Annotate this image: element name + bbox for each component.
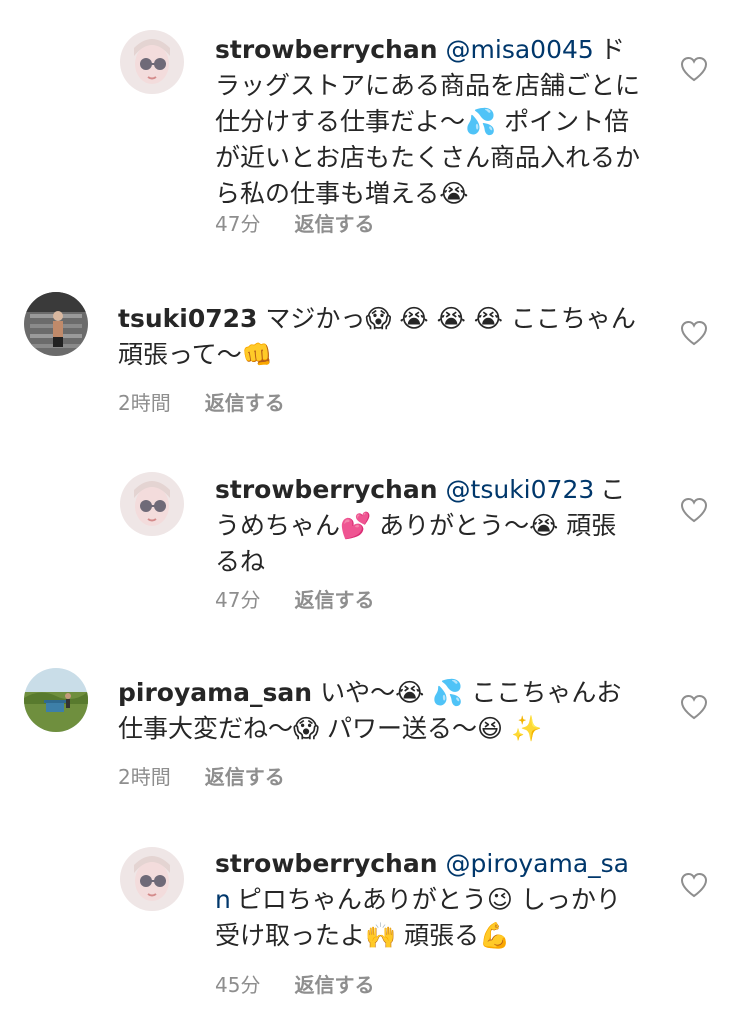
comment-text: strowberrychan @piroyama_san ピロちゃんありがとう😉 し… [215, 846, 640, 954]
reply-button[interactable]: 返信する [294, 212, 374, 236]
avatar-tsuki0723[interactable] [24, 292, 88, 356]
comment-meta: 47分 返信する [215, 588, 374, 612]
comment-mention[interactable]: @tsuki0723 [446, 475, 595, 504]
comment-meta: 47分 返信する [215, 212, 374, 236]
comment-meta: 2時間 返信する [118, 391, 285, 415]
comment-text: tsuki0723 マジかっ😱 😭 😭 😭 ここちゃん頑張って〜👊 [118, 301, 638, 373]
comment-mention[interactable]: @misa0045 [446, 35, 594, 64]
heart-outline-icon[interactable] [680, 56, 708, 82]
comment-username[interactable]: tsuki0723 [118, 304, 257, 333]
avatar-strowberrychan[interactable] [120, 30, 184, 94]
comment-body: ピロちゃんありがとう😉 しっかり受け取ったよ🙌 頑張る💪 [215, 885, 621, 950]
heart-outline-icon[interactable] [680, 320, 708, 346]
comment-text: strowberrychan @tsuki0723 こうめちゃん💕 ありがとう〜😭 … [215, 472, 640, 580]
heart-outline-icon[interactable] [680, 872, 708, 898]
comment-timestamp: 47分 [215, 588, 261, 612]
comment-text: piroyama_san いや〜😭 💦 ここちゃんお仕事大変だね〜😱 パワー送る〜… [118, 675, 638, 747]
comment-timestamp: 47分 [215, 212, 261, 236]
comment-timestamp: 2時間 [118, 765, 171, 789]
comment-username[interactable]: strowberrychan [215, 849, 438, 878]
comment-username[interactable]: strowberrychan [215, 35, 438, 64]
comment-meta: 2時間 返信する [118, 765, 285, 789]
comment-timestamp: 2時間 [118, 391, 171, 415]
comment-username[interactable]: strowberrychan [215, 475, 438, 504]
comment-text: strowberrychan @misa0045 ドラッグストアにある商品を店舗ごと… [215, 32, 640, 212]
avatar-strowberrychan[interactable] [120, 847, 184, 911]
reply-button[interactable]: 返信する [205, 765, 285, 789]
comment-timestamp: 45分 [215, 973, 261, 997]
reply-button[interactable]: 返信する [205, 391, 285, 415]
comment-username[interactable]: piroyama_san [118, 678, 312, 707]
heart-outline-icon[interactable] [680, 497, 708, 523]
reply-button[interactable]: 返信する [294, 973, 374, 997]
comment-meta: 45分 返信する [215, 973, 374, 997]
avatar-piroyama_san[interactable] [24, 668, 88, 732]
reply-button[interactable]: 返信する [294, 588, 374, 612]
heart-outline-icon[interactable] [680, 694, 708, 720]
avatar-strowberrychan[interactable] [120, 472, 184, 536]
